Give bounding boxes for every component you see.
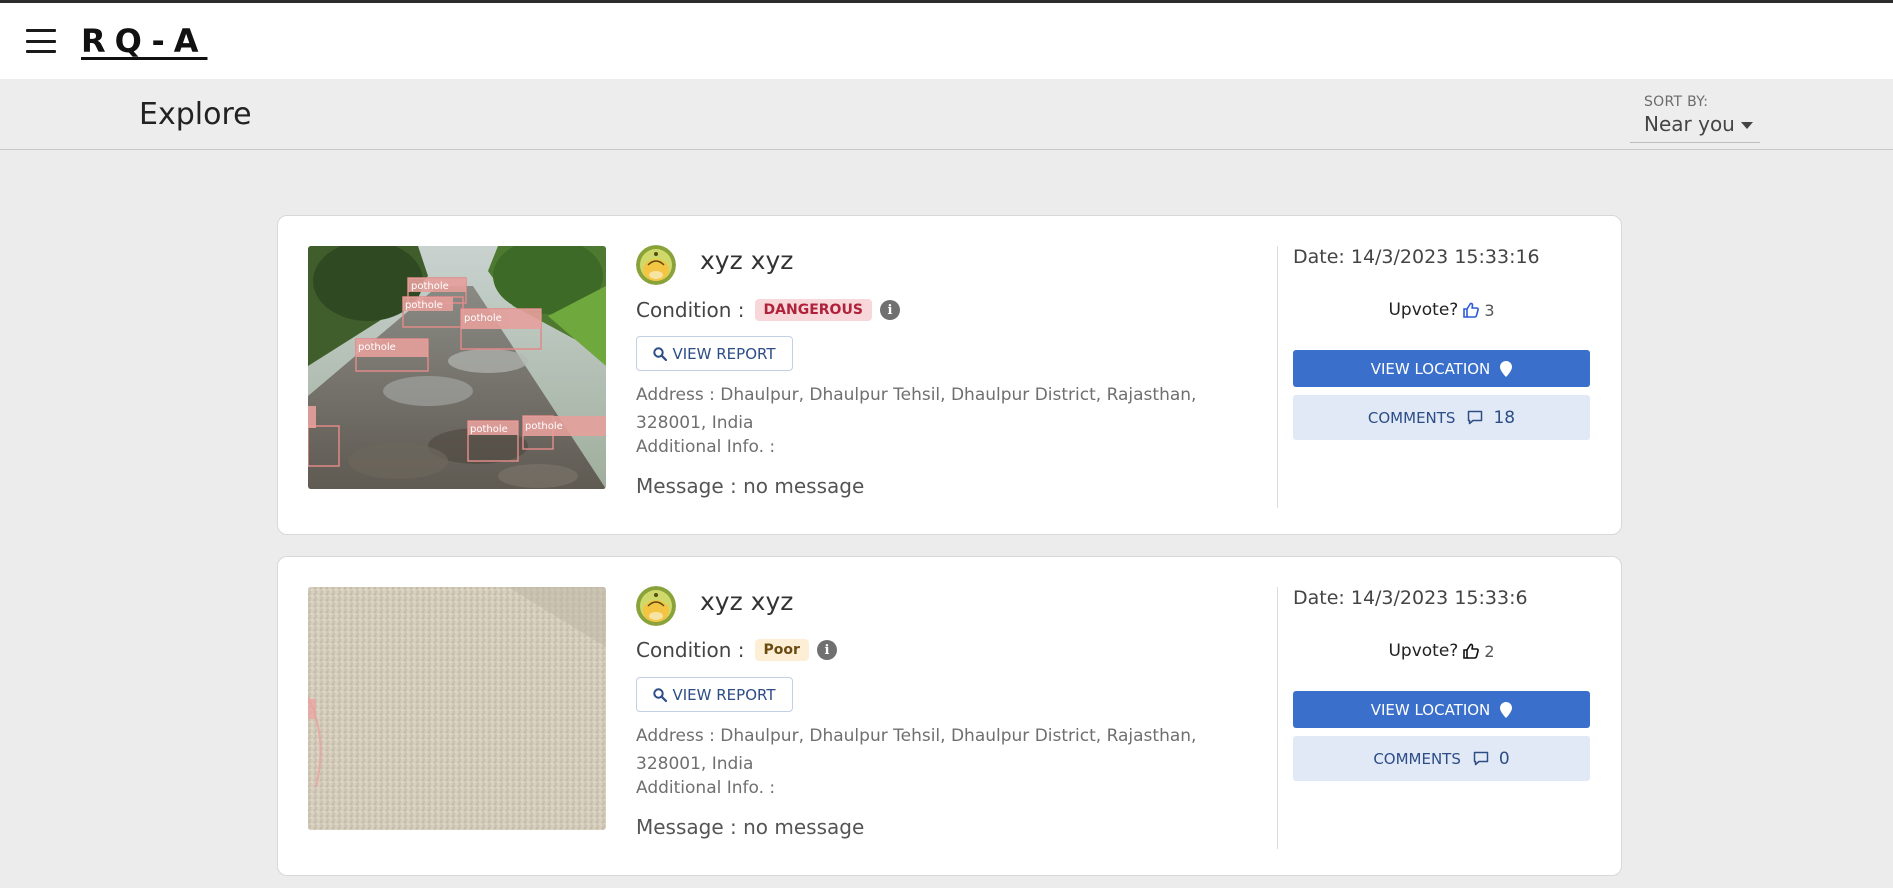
comments-label: COMMENTS [1373, 749, 1461, 768]
info-icon[interactable]: i [816, 640, 837, 660]
view-report-button[interactable]: VIEW REPORT [636, 677, 793, 712]
report-card: xyz xyz Condition : Poor i VIEW REPORT A… [277, 556, 1622, 876]
divider [1277, 587, 1278, 849]
map-pin-icon [1500, 360, 1513, 377]
report-image[interactable] [308, 587, 606, 830]
upvote-row: Upvote? 2 [1293, 641, 1590, 661]
comment-icon [1468, 410, 1483, 425]
map-pin-icon [1500, 701, 1513, 718]
message: Message : no message [636, 474, 865, 498]
road-photo [308, 587, 606, 830]
condition-badge: DANGEROUS [754, 299, 872, 321]
condition-label: Condition : [636, 638, 745, 662]
condition-label: Condition : [636, 298, 745, 322]
condition-row: Condition : Poor i [636, 638, 837, 662]
upvote-count: 2 [1484, 641, 1495, 661]
view-location-button[interactable]: VIEW LOCATION [1293, 350, 1590, 387]
detection-label: pothole [405, 300, 443, 311]
view-location-button[interactable]: VIEW LOCATION [1293, 691, 1590, 728]
divider [1277, 246, 1278, 508]
comments-label: COMMENTS [1367, 408, 1456, 427]
view-location-label: VIEW LOCATION [1370, 700, 1491, 719]
search-icon [653, 687, 668, 702]
sort-dropdown[interactable]: SORT BY: Near you [1630, 91, 1760, 143]
avatar [636, 245, 676, 285]
caret-down-icon [1740, 122, 1753, 129]
comments-count: 18 [1493, 407, 1516, 428]
sort-select[interactable]: Near you [1644, 112, 1753, 136]
view-report-button[interactable]: VIEW REPORT [636, 336, 793, 371]
upvote-label: Upvote? [1388, 300, 1459, 320]
page-header: Explore SORT BY: Near you [0, 79, 1893, 150]
address: Address : Dhaulpur, Dhaulpur Tehsil, Dha… [636, 385, 1197, 433]
message: Message : no message [636, 815, 865, 839]
thumbs-up-icon[interactable] [1462, 301, 1480, 319]
report-card: pothole pothole pothole pothole pothole … [277, 215, 1622, 535]
condition-row: Condition : DANGEROUS i [636, 298, 900, 322]
detection-label: pothole [525, 421, 563, 432]
upvote-count: 3 [1484, 300, 1495, 320]
report-date: Date: 14/3/2023 15:33:6 [1293, 587, 1528, 609]
comments-button[interactable]: COMMENTS 0 [1293, 736, 1590, 781]
user-name: xyz xyz [700, 587, 794, 616]
page-title: Explore [139, 97, 252, 132]
upvote-label: Upvote? [1388, 641, 1459, 661]
view-report-label: VIEW REPORT [672, 344, 776, 363]
navbar: RQ-A [0, 3, 1893, 79]
search-icon [653, 346, 668, 361]
additional-info: Additional Info. : [636, 778, 776, 798]
thumbs-up-icon[interactable] [1462, 642, 1480, 660]
sort-label: SORT BY: [1644, 94, 1709, 110]
detection-label: pothole [470, 424, 508, 435]
user-name: xyz xyz [700, 246, 794, 275]
road-photo-with-detections: pothole pothole pothole pothole pothole … [308, 246, 606, 489]
detection-label: pothole [464, 313, 502, 324]
menu-icon[interactable] [26, 29, 56, 53]
sort-value: Near you [1644, 112, 1735, 136]
address: Address : Dhaulpur, Dhaulpur Tehsil, Dha… [636, 726, 1197, 774]
detection-label: pothole [358, 342, 396, 353]
comment-icon [1473, 751, 1489, 766]
view-location-label: VIEW LOCATION [1370, 359, 1491, 378]
report-date: Date: 14/3/2023 15:33:16 [1293, 246, 1540, 268]
additional-info: Additional Info. : [636, 437, 776, 457]
comments-count: 0 [1498, 748, 1510, 769]
condition-badge: Poor [754, 639, 809, 661]
comments-button[interactable]: COMMENTS 18 [1293, 395, 1590, 440]
detection-label: pothole [411, 281, 449, 292]
upvote-row: Upvote? 3 [1293, 300, 1590, 320]
info-icon[interactable]: i [879, 300, 900, 320]
view-report-label: VIEW REPORT [672, 685, 776, 704]
brand-logo[interactable]: RQ-A [81, 22, 207, 60]
avatar [636, 586, 676, 626]
report-image[interactable]: pothole pothole pothole pothole pothole … [308, 246, 606, 489]
